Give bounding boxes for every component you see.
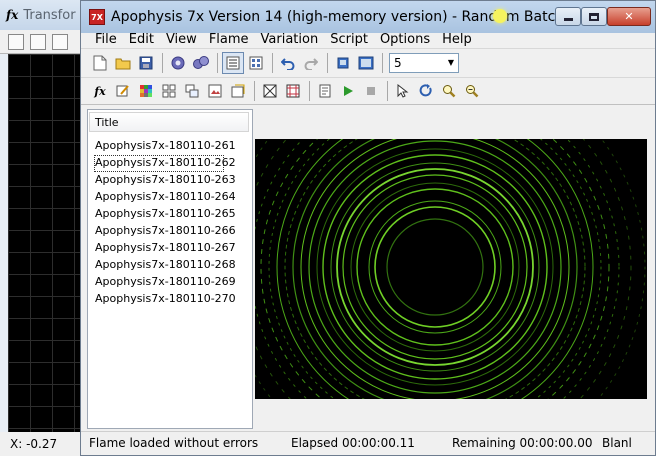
preview-panel <box>255 109 651 429</box>
list-item[interactable]: Apophysis7x-180110-263 <box>94 172 250 189</box>
main-window: 7X Apophysis 7x Version 14 (high-memory … <box>80 0 656 456</box>
close-button[interactable]: ✕ <box>607 7 651 26</box>
flame-list: Title Apophysis7x-180110-261 Apophysis7x… <box>87 109 253 429</box>
list-item[interactable]: Apophysis7x-180110-269 <box>94 274 250 291</box>
status-bar: Flame loaded without errors Elapsed 00:0… <box>81 431 655 455</box>
palette-icon[interactable] <box>135 80 157 102</box>
toolbar-separator <box>254 81 255 101</box>
cursor-highlight-icon <box>493 9 507 23</box>
list-item[interactable]: Apophysis7x-180110-265 <box>94 206 250 223</box>
maximize-button[interactable] <box>581 7 607 26</box>
fullscreen-icon[interactable] <box>355 52 377 74</box>
list-column-header[interactable]: Title <box>89 112 249 132</box>
image-size-icon[interactable] <box>204 80 226 102</box>
stop-icon[interactable] <box>360 80 382 102</box>
secondary-toolbar: fx <box>81 77 655 105</box>
main-titlebar[interactable]: 7X Apophysis 7x Version 14 (high-memory … <box>81 1 655 33</box>
new-icon[interactable] <box>8 33 24 50</box>
redo-icon[interactable] <box>300 52 322 74</box>
list-item[interactable]: Apophysis7x-180110-267 <box>94 240 250 257</box>
transform-editor-status: X: -0.27 Y <box>0 432 92 456</box>
rotate-icon[interactable] <box>415 80 437 102</box>
toolbar-separator <box>272 52 273 73</box>
flame-render-image <box>255 139 646 399</box>
toolbar-separator <box>162 52 163 73</box>
undo-icon[interactable] <box>277 52 299 74</box>
gear-render-icon[interactable] <box>167 52 189 74</box>
toolbar-separator <box>309 81 310 101</box>
transform-grid[interactable] <box>8 54 90 432</box>
status-message: Flame loaded without errors <box>89 436 259 450</box>
icon-view-icon[interactable] <box>245 52 267 74</box>
save-icon[interactable] <box>135 52 157 74</box>
status-remaining: Remaining 00:00:00.00 <box>452 436 593 450</box>
list-view-icon[interactable] <box>222 51 244 74</box>
add-transform-icon[interactable] <box>30 33 46 50</box>
new-file-icon[interactable] <box>89 52 111 74</box>
list-header-title: Title <box>95 115 119 129</box>
toolbar-separator <box>387 81 388 101</box>
window-small-icon[interactable] <box>332 52 354 74</box>
script-editor-icon[interactable] <box>314 80 336 102</box>
zoom-combo[interactable]: 5 ▼ <box>389 52 459 73</box>
toolbar-separator <box>327 52 328 73</box>
adjust-icon[interactable] <box>112 80 134 102</box>
apophysis-app-icon[interactable]: 7X <box>89 9 105 25</box>
main-toolbar: 5 ▼ <box>81 48 655 76</box>
transform-editor-titlebar[interactable]: fx Transfor <box>0 0 92 30</box>
status-extra: Blanl <box>602 436 632 450</box>
toolbar-separator <box>382 52 383 73</box>
mutate-icon[interactable] <box>158 80 180 102</box>
transform-editor-toolbar <box>0 30 92 54</box>
flame-preview[interactable] <box>255 139 647 399</box>
play-icon[interactable] <box>337 80 359 102</box>
menu-view[interactable]: View <box>160 33 203 47</box>
toolbar-separator <box>217 52 218 73</box>
menu-bar: File Edit View Flame Variation Script Op… <box>81 33 655 47</box>
menu-variation[interactable]: Variation <box>255 33 325 47</box>
messages-icon[interactable] <box>227 80 249 102</box>
zoom-combo-value: 5 <box>394 55 402 70</box>
zoom-out-icon[interactable] <box>461 80 483 102</box>
list-item[interactable]: Apophysis7x-180110-264 <box>94 189 250 206</box>
fx-editor-icon[interactable]: fx <box>89 80 111 102</box>
chevron-down-icon[interactable]: ▼ <box>448 58 454 67</box>
transparency-icon[interactable] <box>259 80 281 102</box>
render-all-icon[interactable] <box>190 52 212 74</box>
menu-help[interactable]: Help <box>436 33 478 47</box>
x-coordinate: X: -0.27 <box>10 437 58 451</box>
pointer-icon[interactable] <box>392 80 414 102</box>
zoom-in-icon[interactable] <box>438 80 460 102</box>
guidelines-icon[interactable] <box>282 80 304 102</box>
list-item-selected[interactable]: Apophysis7x-180110-262 <box>94 155 236 172</box>
triangle-icon[interactable] <box>52 33 68 50</box>
list-item[interactable]: Apophysis7x-180110-261 <box>94 138 250 155</box>
menu-edit[interactable]: Edit <box>123 33 160 47</box>
menu-file[interactable]: File <box>89 33 123 47</box>
fx-icon: fx <box>6 8 19 22</box>
list-item[interactable]: Apophysis7x-180110-268 <box>94 257 250 274</box>
minimize-button[interactable] <box>555 7 581 26</box>
menu-options[interactable]: Options <box>374 33 436 47</box>
transform-editor-title: Transfor <box>23 7 76 23</box>
flame-list-items: Apophysis7x-180110-261 Apophysis7x-18011… <box>94 138 250 308</box>
browser-icon[interactable] <box>181 80 203 102</box>
menu-flame[interactable]: Flame <box>203 33 255 47</box>
list-item[interactable]: Apophysis7x-180110-266 <box>94 223 250 240</box>
list-item[interactable]: Apophysis7x-180110-270 <box>94 291 250 308</box>
transform-editor-window: fx Transfor X: -0.27 Y <box>0 0 92 456</box>
menu-script[interactable]: Script <box>324 33 374 47</box>
status-elapsed: Elapsed 00:00:00.11 <box>291 436 415 450</box>
open-folder-icon[interactable] <box>112 52 134 74</box>
